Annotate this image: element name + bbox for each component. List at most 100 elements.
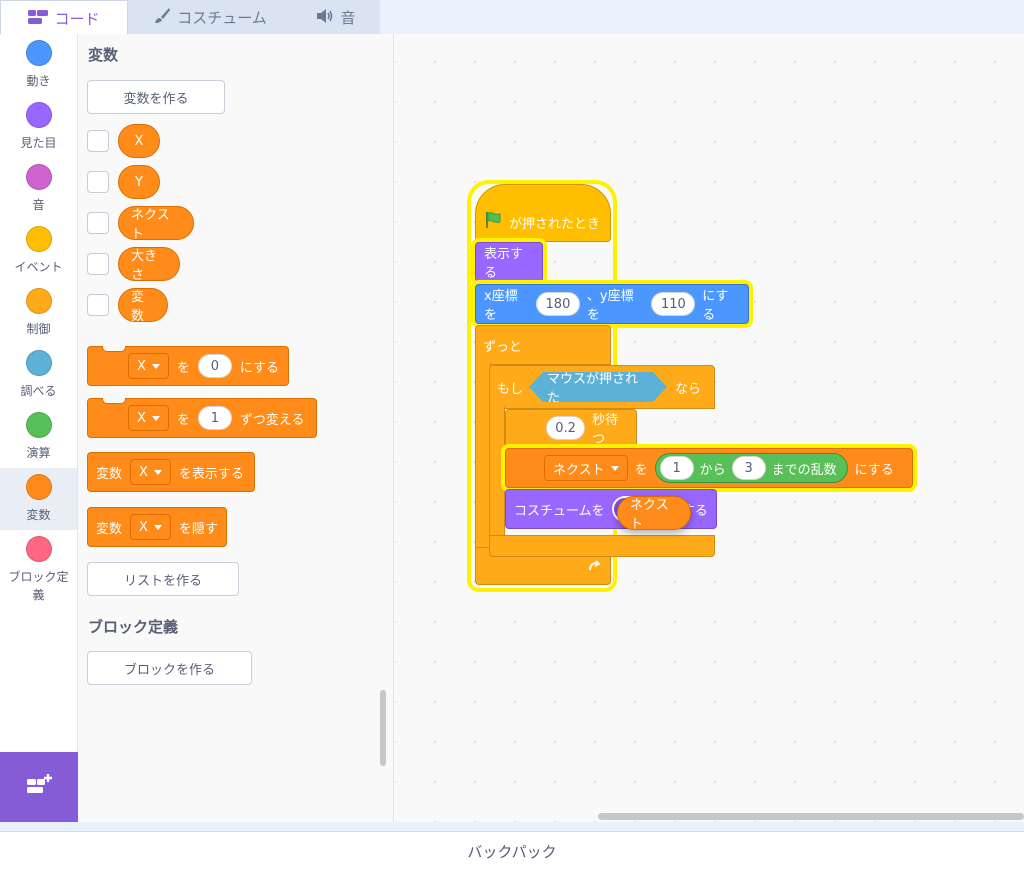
category-events[interactable]: イベント bbox=[0, 220, 77, 282]
dropdown-caret-icon bbox=[610, 465, 619, 471]
variable-reporter-x[interactable]: X bbox=[118, 124, 160, 158]
variable-dropdown[interactable]: X bbox=[130, 459, 171, 485]
variable-reporter-size[interactable]: 大きさ bbox=[118, 247, 180, 283]
block-notch bbox=[102, 346, 126, 352]
category-sensing[interactable]: 調べる bbox=[0, 344, 77, 406]
workspace-horizontal-scrollbar[interactable] bbox=[598, 813, 1024, 820]
change-variable-block[interactable]: X を 1 ずつ変える bbox=[87, 398, 317, 438]
variable-dropdown[interactable]: ネクスト bbox=[544, 455, 628, 481]
category-label: 調べる bbox=[20, 384, 57, 398]
make-block-button[interactable]: ブロックを作る bbox=[87, 651, 252, 685]
palette-scrollbar[interactable] bbox=[380, 690, 386, 766]
dropdown-value: X bbox=[137, 410, 146, 426]
category-motion[interactable]: 動き bbox=[0, 34, 77, 96]
backpack-bar[interactable]: バックパック bbox=[0, 831, 1024, 870]
variable-checkbox[interactable] bbox=[87, 212, 109, 234]
loop-arrow-icon bbox=[587, 558, 601, 577]
x-input[interactable]: 180 bbox=[535, 292, 580, 316]
category-operators[interactable]: 演算 bbox=[0, 406, 77, 468]
category-looks-dot bbox=[25, 102, 52, 128]
number-input[interactable]: 1 bbox=[197, 406, 232, 430]
y-input[interactable]: 110 bbox=[651, 292, 696, 316]
go-to-xy-block[interactable]: x座標を 180 、y座標を 110 にする bbox=[475, 284, 749, 324]
category-motion-dot bbox=[25, 40, 52, 66]
show-variable-block[interactable]: 変数 X を表示する bbox=[87, 452, 255, 492]
block-palette: 変数 変数を作る X Y ネクスト 大きさ 変数 X を 0 にする X を 1… bbox=[78, 34, 394, 822]
variables-section-title: 変数 bbox=[88, 46, 119, 64]
variable-checkbox[interactable] bbox=[87, 253, 109, 275]
dropdown-value: ネクスト bbox=[553, 462, 605, 478]
make-list-button[interactable]: リストを作る bbox=[87, 562, 239, 596]
variable-reporter-next[interactable]: ネクスト bbox=[118, 206, 194, 242]
pick-random-block[interactable]: 1 から 3 までの乱数 bbox=[654, 453, 848, 483]
category-label: 制御 bbox=[26, 322, 51, 336]
dropdown-caret-icon bbox=[153, 524, 162, 530]
tab-sounds[interactable]: 音 bbox=[292, 0, 380, 34]
category-label: 変数 bbox=[26, 508, 51, 522]
backpack-label: バックパック bbox=[467, 842, 557, 861]
category-label: 演算 bbox=[26, 446, 51, 460]
block-notch bbox=[102, 398, 126, 404]
category-control[interactable]: 制御 bbox=[0, 282, 77, 344]
editor-tabs: コード コスチューム 音 bbox=[0, 0, 1024, 36]
variable-dropdown[interactable]: X bbox=[128, 353, 169, 379]
category-myblocks-dot bbox=[25, 536, 52, 562]
show-block[interactable]: 表示する bbox=[475, 242, 543, 282]
category-label: イベント bbox=[14, 260, 63, 274]
random-to-input[interactable]: 3 bbox=[731, 456, 766, 480]
tab-sounds-label: 音 bbox=[340, 9, 356, 27]
mouse-down-condition[interactable]: マウスが押された bbox=[529, 372, 667, 402]
category-variables[interactable]: 変数 bbox=[0, 468, 77, 530]
block-text: から bbox=[699, 462, 726, 478]
set-variable-block[interactable]: X を 0 にする bbox=[87, 346, 289, 386]
add-extension-button[interactable] bbox=[0, 752, 78, 822]
category-events-dot bbox=[25, 226, 52, 252]
variable-checkbox[interactable] bbox=[87, 171, 109, 193]
script-workspace[interactable]: が押されたとき 表示する x座標を 180 、y座標を 110 にする ずっと bbox=[395, 34, 1024, 822]
variable-reporter-y[interactable]: Y bbox=[118, 165, 160, 199]
variable-checkbox[interactable] bbox=[87, 294, 109, 316]
category-operators-dot bbox=[25, 412, 52, 438]
block-text: までの乱数 bbox=[771, 462, 837, 478]
forever-label: ずっと bbox=[483, 340, 523, 355]
hide-variable-block[interactable]: 変数 X を隠す bbox=[87, 507, 227, 547]
category-looks[interactable]: 見た目 bbox=[0, 96, 77, 158]
dropdown-value: X bbox=[139, 519, 148, 535]
green-flag-icon bbox=[484, 211, 502, 233]
variable-checkbox[interactable] bbox=[87, 130, 109, 152]
wait-block[interactable]: 0.2 秒待つ bbox=[505, 409, 637, 447]
category-sensing-dot bbox=[25, 350, 52, 376]
block-text: 秒待つ bbox=[592, 413, 619, 447]
if-arm bbox=[489, 407, 505, 537]
category-myblocks[interactable]: ブロック定義 bbox=[0, 530, 77, 606]
add-extension-icon bbox=[25, 773, 53, 801]
dropdown-value: X bbox=[139, 464, 148, 480]
block-text: を表示する bbox=[178, 466, 244, 482]
number-input[interactable]: 0 bbox=[197, 354, 232, 378]
category-sound[interactable]: 音 bbox=[0, 158, 77, 220]
random-from-input[interactable]: 1 bbox=[659, 456, 694, 480]
category-sound-dot bbox=[25, 164, 52, 190]
variable-dropdown[interactable]: X bbox=[130, 514, 171, 540]
block-text: にする bbox=[854, 462, 894, 478]
dropdown-value: X bbox=[137, 358, 146, 374]
variable-dropdown[interactable]: X bbox=[128, 405, 169, 431]
block-text: を bbox=[176, 360, 190, 376]
block-text: にする bbox=[239, 360, 280, 376]
when-flag-clicked-block[interactable]: が押されたとき bbox=[475, 184, 611, 242]
set-random-block[interactable]: ネクスト を 1 から 3 までの乱数 にする bbox=[505, 448, 913, 488]
variable-reporter-variable[interactable]: 変数 bbox=[118, 288, 168, 324]
seconds-input[interactable]: 0.2 bbox=[546, 416, 586, 440]
if-suffix: なら bbox=[675, 382, 702, 397]
dragging-next-reporter[interactable]: ネクスト bbox=[617, 496, 691, 532]
block-text: ずつ変える bbox=[239, 412, 305, 428]
tab-code[interactable]: コード bbox=[0, 0, 128, 36]
make-variable-button[interactable]: 変数を作る bbox=[87, 80, 225, 114]
brush-icon bbox=[153, 7, 171, 29]
block-text: を bbox=[176, 412, 190, 428]
category-label: 動き bbox=[26, 74, 51, 88]
category-label: ブロック定義 bbox=[8, 570, 69, 602]
tab-costumes[interactable]: コスチューム bbox=[128, 0, 292, 34]
block-text: を隠す bbox=[178, 521, 218, 537]
if-label: もし bbox=[497, 382, 524, 397]
